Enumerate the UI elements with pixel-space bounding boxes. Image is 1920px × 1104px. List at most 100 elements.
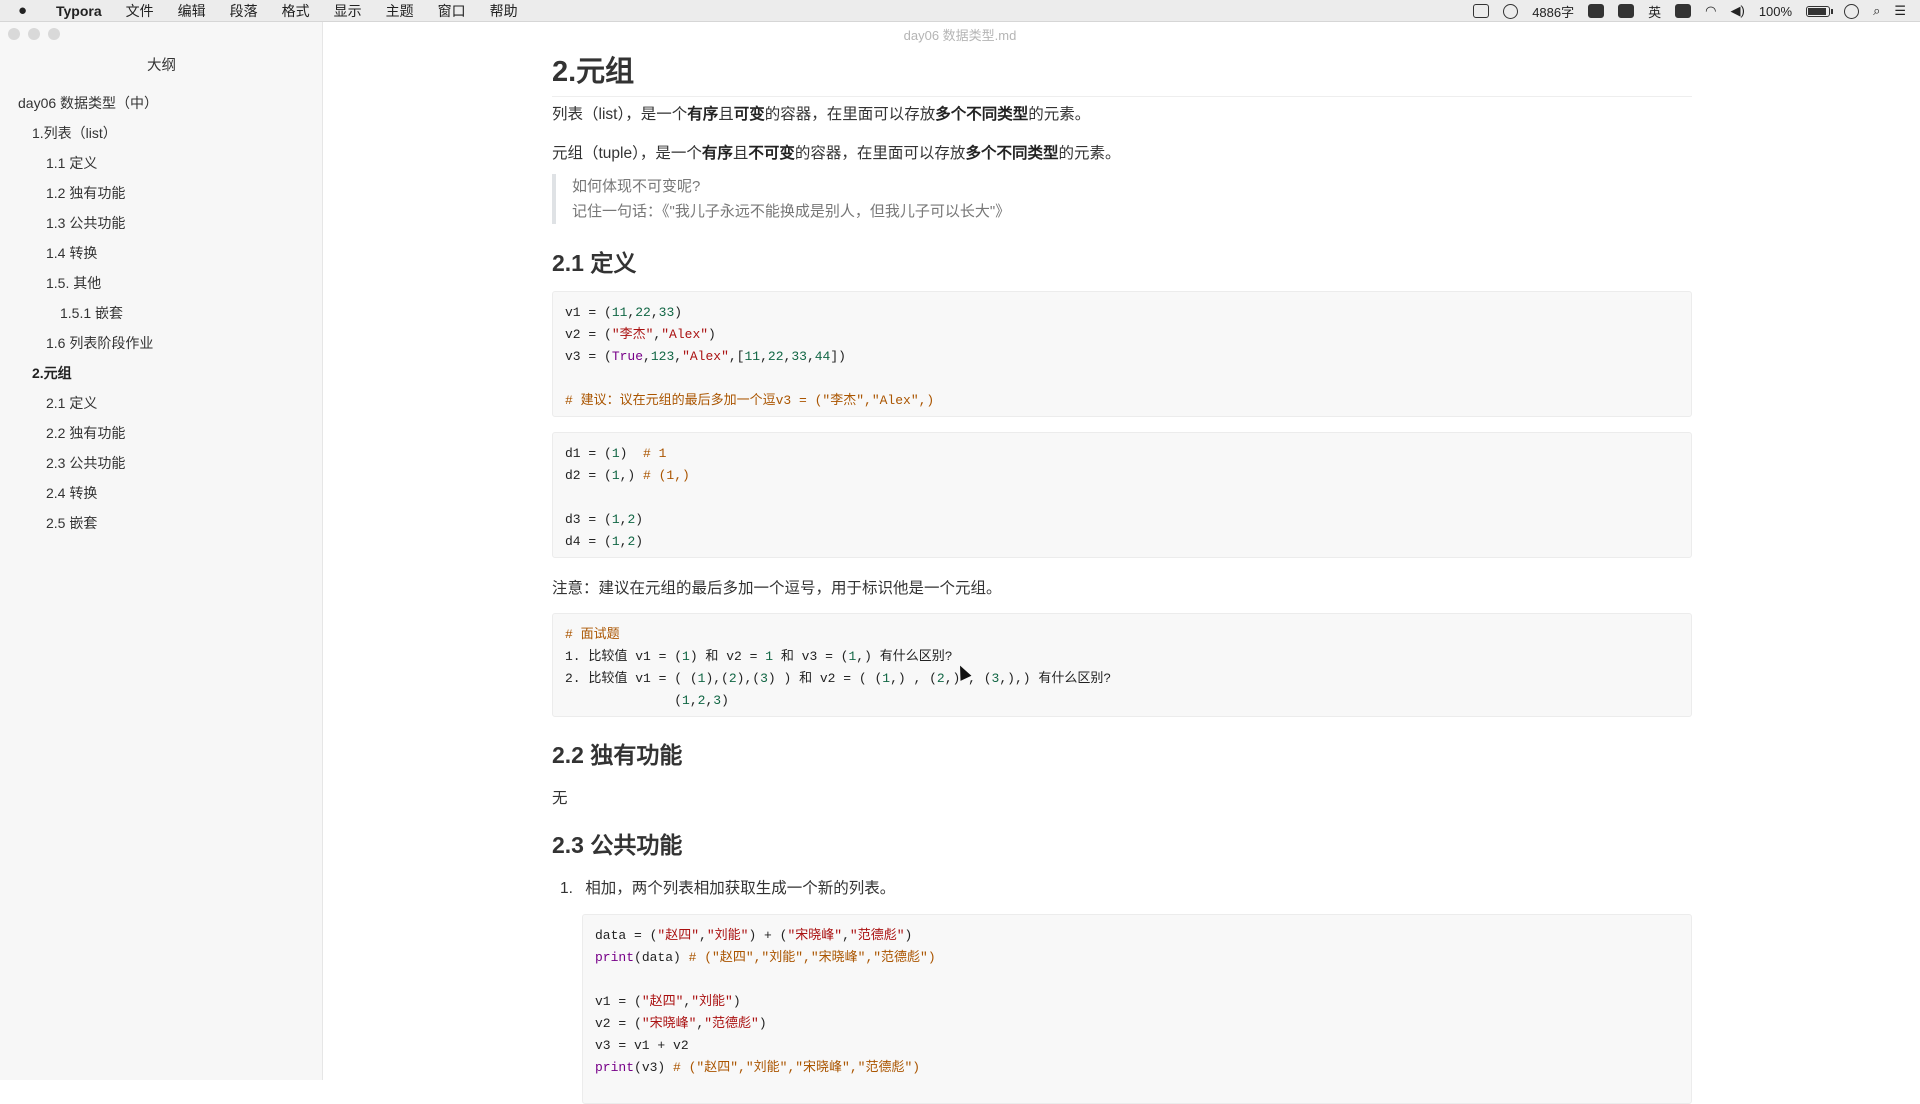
spotlight-search-icon[interactable]: ⌕ bbox=[1873, 3, 1880, 19]
outline-list: day06 数据类型（中） 1.列表（list） 1.1 定义 1.2 独有功能 1.3… bbox=[0, 88, 158, 538]
word-count[interactable]: 4886字 bbox=[1532, 2, 1574, 21]
code-token: # 1 bbox=[643, 446, 667, 461]
code-token: 2. bbox=[565, 671, 589, 686]
outline-item[interactable]: 1.5. 其他 bbox=[0, 268, 158, 298]
outline-item[interactable]: 1.6 列表阶段作业 bbox=[0, 328, 158, 358]
apple-icon[interactable]: ● bbox=[18, 2, 38, 19]
outline-item[interactable]: 2.4 转换 bbox=[0, 478, 158, 508]
code-block-single-element[interactable]: d1 = (1) # 1 d2 = (1,) # (1,) d3 = (1,2) d… bbox=[552, 432, 1692, 558]
code-token: # 面试题 bbox=[565, 627, 620, 642]
code-token: d2 = ( bbox=[565, 468, 612, 483]
code-token: , bbox=[760, 349, 768, 364]
paragraph-tuple-desc: 元组（tuple），是一个有序且不可变的容器，在里面可以存放多个不同类型的元素。 bbox=[552, 145, 1121, 162]
blockquote: 如何体现不可变呢? 记住一句话：《"我儿子永远不能换成是别人，但我儿子可以长大"… bbox=[552, 174, 1672, 224]
code-token: "刘能" bbox=[706, 928, 749, 943]
code-token: "宋晓峰" bbox=[641, 1016, 697, 1031]
outline-item[interactable]: 1.3 公共功能 bbox=[0, 208, 158, 238]
code-token: v2 = ( bbox=[595, 1016, 642, 1031]
outline-item[interactable]: day06 数据类型（中） bbox=[0, 88, 158, 118]
code-line: v1 = ("赵四","刘能") bbox=[595, 991, 1679, 1013]
menu-theme[interactable]: 主题 bbox=[374, 1, 426, 21]
outline-item[interactable]: 2.3 公共功能 bbox=[0, 448, 158, 478]
code-block-interview[interactable]: # 面试题 1. 比较值 v1 = (1) 和 v2 = 1 和 v3 = (1,… bbox=[552, 613, 1692, 717]
menu-edit[interactable]: 编辑 bbox=[166, 1, 218, 21]
code-token: "赵四" bbox=[657, 928, 700, 943]
code-token: True bbox=[611, 349, 644, 364]
code-token: ,) bbox=[619, 468, 644, 483]
code-block-concat[interactable]: data = ("赵四","刘能") + ("宋晓峰","范德彪") print(… bbox=[582, 914, 1692, 1104]
code-token: ) bbox=[758, 1016, 767, 1031]
code-token: 2 bbox=[936, 671, 945, 686]
battery-icon[interactable] bbox=[1806, 5, 1834, 17]
code-token: ) bbox=[619, 446, 644, 461]
outline-item[interactable]: 1.2 独有功能 bbox=[0, 178, 158, 208]
code-line: # 建议：议在元组的最后多加一个逗v3 = ("李杰","Alex",) bbox=[565, 390, 1679, 412]
code-token: "范德彪" bbox=[849, 928, 905, 943]
code-token: ) 和 v2 = bbox=[689, 649, 766, 664]
outline-item[interactable]: 1.4 转换 bbox=[0, 238, 158, 268]
menu-file[interactable]: 文件 bbox=[114, 1, 166, 21]
wechat-icon[interactable] bbox=[1503, 3, 1519, 19]
code-token: 3 bbox=[713, 693, 722, 708]
clock-icon[interactable] bbox=[1844, 3, 1860, 19]
code-token: ) bbox=[708, 327, 716, 342]
code-token: ) + ( bbox=[748, 928, 788, 943]
code-block-definition[interactable]: v1 = (11,22,33) v2 = ("李杰","Alex") v3 = (T… bbox=[552, 291, 1692, 417]
code-line: data = ("赵四","刘能") + ("宋晓峰","范德彪") bbox=[595, 925, 1679, 947]
code-token: v3 = v1 + v2 bbox=[595, 1038, 689, 1053]
wifi-icon[interactable]: ◠ bbox=[1705, 3, 1716, 19]
code-token: ,),) 有什么区别? bbox=[999, 671, 1112, 686]
outline-item[interactable]: 2.元组 bbox=[0, 358, 158, 388]
heading-unique-functions: 2.2 独有功能 bbox=[552, 742, 683, 768]
code-token: 1 bbox=[682, 649, 690, 664]
menu-paragraph[interactable]: 段落 bbox=[218, 1, 270, 21]
code-token: ,) , ( bbox=[890, 671, 937, 686]
code-token: , bbox=[650, 305, 659, 320]
outline-item[interactable]: 1.列表（list） bbox=[0, 118, 158, 148]
code-token: ) ) 和 v2 = ( ( bbox=[767, 671, 883, 686]
code-token: ,[ bbox=[728, 349, 745, 364]
outline-item[interactable]: 1.1 定义 bbox=[0, 148, 158, 178]
menu-view[interactable]: 显示 bbox=[322, 1, 374, 21]
outline-item[interactable]: 2.5 嵌套 bbox=[0, 508, 158, 538]
paragraph-none: 无 bbox=[552, 790, 568, 807]
menu-help[interactable]: 帮助 bbox=[478, 1, 530, 21]
code-token: 1 bbox=[882, 671, 891, 686]
code-token: 1. bbox=[565, 649, 589, 664]
outline-item[interactable]: 1.5.1 嵌套 bbox=[0, 298, 158, 328]
code-line: # 面试题 bbox=[565, 624, 1679, 646]
app-status-icon[interactable] bbox=[1588, 4, 1605, 18]
notification-center-icon[interactable]: ☰ bbox=[1894, 3, 1906, 19]
battery-percent[interactable]: 100% bbox=[1759, 4, 1792, 19]
menu-bar: ● Typora 文件 编辑 段落 格式 显示 主题 窗口 帮助 4886字 英… bbox=[0, 0, 1920, 22]
code-token: 和 v3 = ( bbox=[773, 649, 849, 664]
code-token: ) bbox=[904, 928, 913, 943]
microphone-icon[interactable] bbox=[1618, 4, 1635, 18]
code-token: ) bbox=[635, 512, 644, 527]
code-token: # ("赵四","刘能","宋晓峰","范德彪") bbox=[673, 1060, 921, 1075]
menu-app[interactable]: Typora bbox=[50, 3, 114, 19]
code-token: "范德彪" bbox=[704, 1016, 759, 1031]
outline-item[interactable]: 2.2 独有功能 bbox=[0, 418, 158, 448]
code-token: d4 = ( bbox=[565, 534, 612, 549]
list-number: 1. bbox=[560, 880, 573, 897]
code-token: 比较值 v1 = ( ( bbox=[588, 671, 698, 686]
volume-icon[interactable]: ◀) bbox=[1730, 3, 1744, 19]
screen-record-icon[interactable] bbox=[1473, 4, 1490, 18]
outline-item[interactable]: 2.1 定义 bbox=[0, 388, 158, 418]
code-line: print(data) # ("赵四","刘能","宋晓峰","范德彪") bbox=[595, 947, 1679, 969]
code-line: (1,2,3) bbox=[565, 690, 1679, 712]
menu-format[interactable]: 格式 bbox=[270, 1, 322, 21]
code-token: , bbox=[842, 928, 850, 943]
list-item-add: 1. 相加，两个列表相加获取生成一个新的列表。 bbox=[560, 876, 895, 898]
sogou-icon[interactable] bbox=[1675, 4, 1692, 18]
heading-definition: 2.1 定义 bbox=[552, 250, 637, 276]
code-line: d1 = (1) # 1 bbox=[565, 443, 1679, 465]
input-method[interactable]: 英 bbox=[1648, 2, 1661, 21]
code-token: , bbox=[674, 349, 683, 364]
code-line: d3 = (1,2) bbox=[565, 509, 1679, 531]
menu-window[interactable]: 窗口 bbox=[426, 1, 478, 21]
